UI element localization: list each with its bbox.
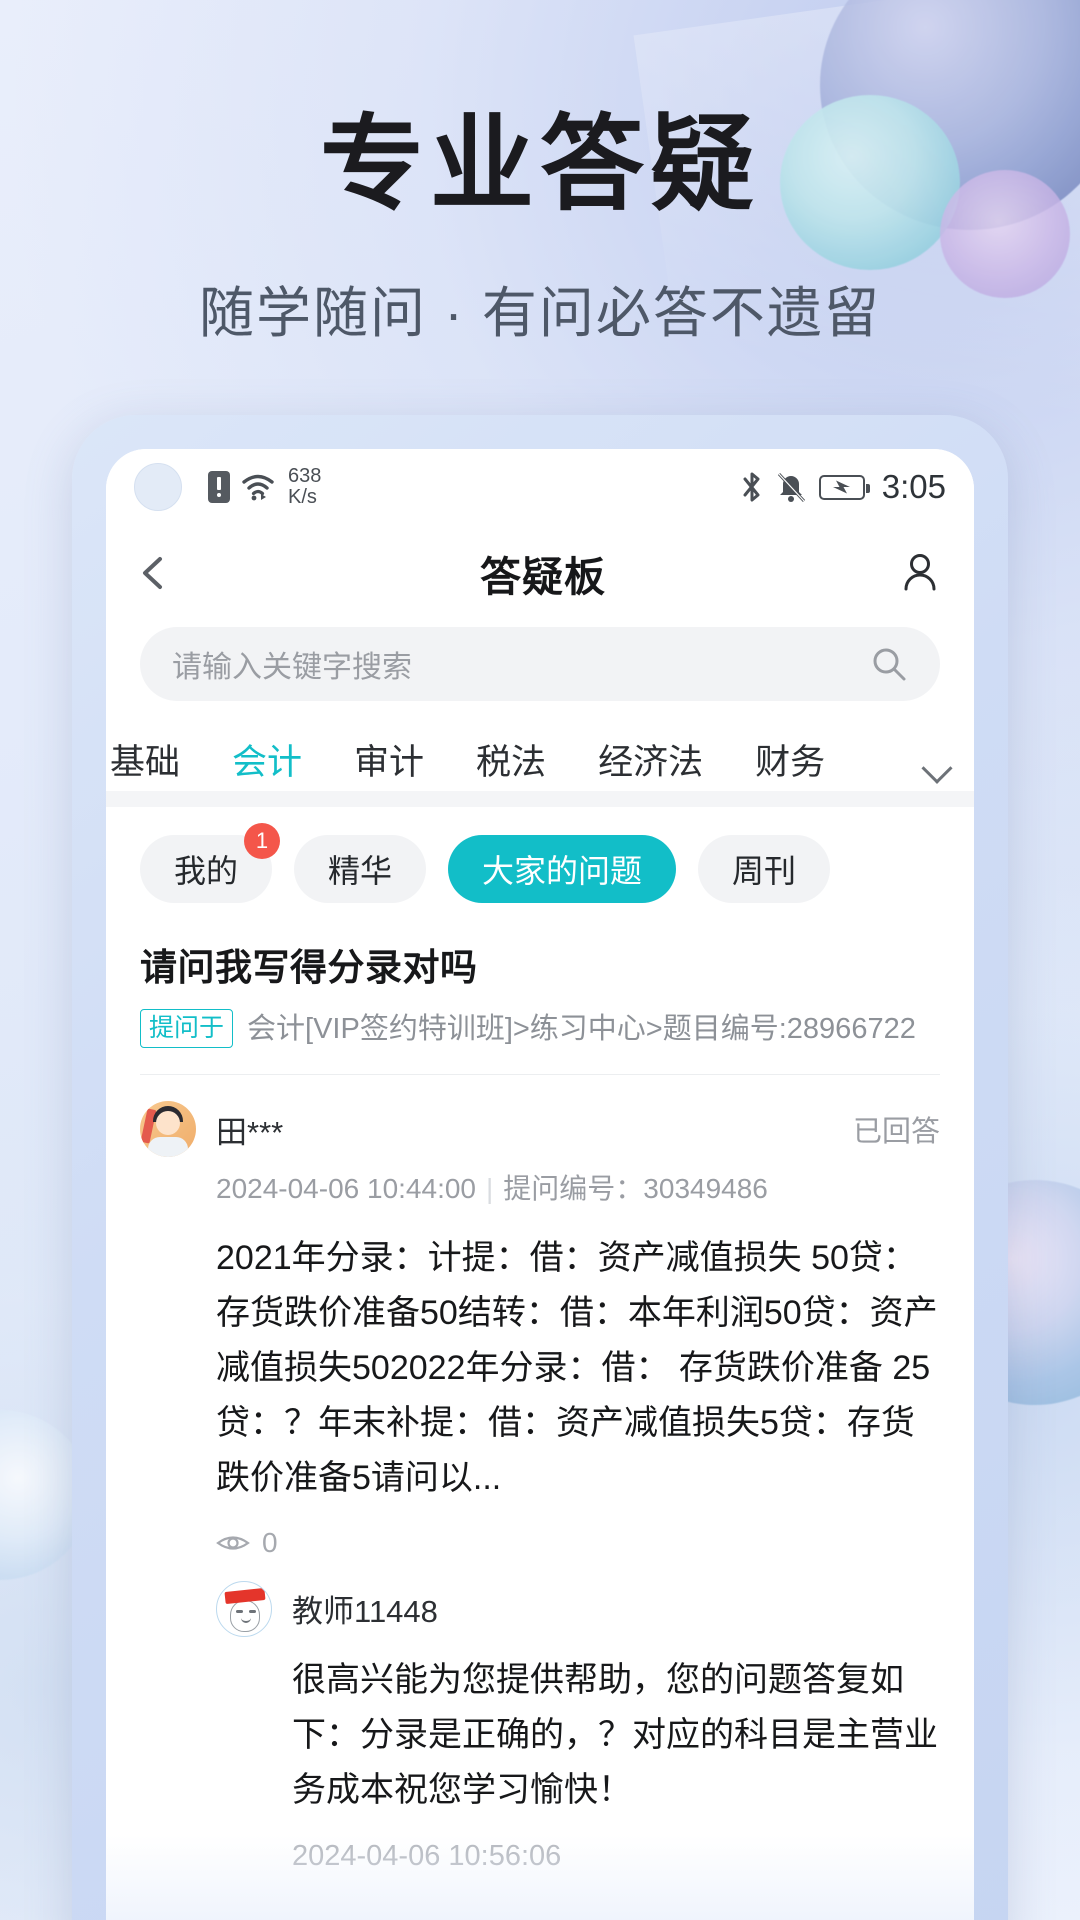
reply-timestamp: 2024-04-06 10:56:06: [292, 1839, 562, 1872]
search-placeholder: 请输入关键字搜索: [172, 651, 412, 684]
teacher-eye-right: [249, 1609, 256, 1613]
graduation-cap-icon: [224, 1587, 266, 1604]
teacher-reply: 教师11448 很高兴能为您提供帮助，您的问题答复如下：分录是正确的，？对应的科…: [216, 1580, 940, 1873]
question-card[interactable]: 请问我写得分录对吗 提问于 会计[VIP签约特训班]>练习中心>题目编号:289…: [106, 903, 974, 1076]
search-section: 请输入关键字搜索: [106, 621, 974, 701]
question-body: 2021年分录：计提：借：资产减值损失 50贷：存货跌价准备50结转：借：本年利…: [216, 1239, 938, 1498]
teacher-name: 教师11448: [292, 1594, 438, 1630]
back-arrow-icon[interactable]: [140, 554, 186, 592]
filter-pill-label: 大家的问题: [482, 853, 643, 889]
person-icon[interactable]: [900, 551, 940, 595]
status-bar-right: 3:05: [741, 468, 946, 506]
answer-status: 已回答: [852, 1116, 940, 1149]
status-bar: 638 K/s 3:05: [106, 449, 974, 525]
status-badge: 1: [244, 823, 281, 859]
filter-pill-label: 精华: [328, 853, 393, 889]
avatar-face: [156, 1111, 180, 1136]
category-tab-scroll[interactable]: 基础 会计 审计 税法 经济法 财务: [106, 734, 900, 785]
chevron-down-icon: [921, 752, 953, 784]
post-author: 田***: [216, 1114, 284, 1150]
category-tab-3[interactable]: 税法: [450, 734, 572, 785]
status-bar-left: 638 K/s: [208, 464, 322, 508]
wifi-icon: [242, 474, 274, 501]
promo-headline: 专业答疑: [319, 107, 760, 223]
network-speed-value: 638: [288, 464, 322, 487]
section-divider: [106, 791, 974, 807]
filter-pill-weekly[interactable]: 周刊: [698, 835, 831, 903]
reply-header: 教师11448: [216, 1580, 940, 1637]
category-tab-2[interactable]: 审计: [328, 734, 450, 785]
search-icon[interactable]: [870, 645, 908, 683]
sim-card-alert-icon: [208, 471, 230, 503]
teacher-face: [230, 1599, 260, 1632]
category-tab-bar[interactable]: 基础 会计 审计 税法 经济法 财务: [106, 701, 974, 791]
filter-pill-everyones-questions[interactable]: 大家的问题: [448, 835, 677, 903]
post-meta: 2024-04-06 10:44:00 | 提问编号：30349486: [216, 1167, 940, 1207]
reply-body: 很高兴能为您提供帮助，您的问题答复如下：分录是正确的，？对应的科目是主营业务成本…: [292, 1660, 938, 1809]
teacher-avatar: [216, 1580, 272, 1637]
post-timestamp: 2024-04-06 10:44:00: [216, 1173, 476, 1205]
category-tab-0[interactable]: 基础: [106, 734, 206, 785]
view-count: 0: [216, 1527, 940, 1559]
category-tab-5[interactable]: 财务: [729, 734, 851, 785]
battery-charging-icon: [818, 474, 870, 500]
front-camera-icon: [134, 463, 182, 511]
view-count-value: 0: [262, 1526, 278, 1558]
filter-pill-mine[interactable]: 我的 1: [140, 823, 281, 903]
phone-mockup: 638 K/s 3:05 答疑板 请输入关键字搜索 基础 会计 审计 税法 经济…: [72, 415, 1008, 1920]
promo-page: 专业答疑 随学随问 · 有问必答不遗留 638 K/s 3:05 答疑板 请输入…: [0, 0, 1080, 1920]
meta-separator: |: [486, 1173, 494, 1205]
bluetooth-icon: [743, 472, 760, 502]
question-title: 请问我写得分录对吗: [140, 947, 478, 988]
network-speed-unit: K/s: [288, 486, 317, 508]
search-input[interactable]: 请输入关键字搜索: [140, 627, 940, 701]
filter-pill-essence[interactable]: 精华: [294, 835, 427, 903]
page-title: 答疑板: [480, 554, 606, 600]
ask-id-label: 提问编号：: [503, 1173, 644, 1205]
filter-pill-row[interactable]: 我的 1 精华 大家的问题 周刊: [106, 807, 974, 903]
category-tab-1[interactable]: 会计: [206, 734, 328, 785]
filter-pill-label: 周刊: [732, 853, 797, 889]
avatar: [140, 1101, 196, 1158]
post-header: 田*** 已回答: [140, 1101, 940, 1158]
app-header: 答疑板: [106, 525, 974, 621]
ask-id-value: 30349486: [643, 1173, 768, 1205]
source-path: 会计[VIP签约特训班]>练习中心>题目编号:28966722: [247, 1013, 916, 1045]
category-tab-4[interactable]: 经济法: [572, 734, 729, 785]
filter-pill-label: 我的: [174, 853, 239, 889]
question-post: 田*** 已回答 2024-04-06 10:44:00 | 提问编号：303494…: [106, 1075, 974, 1873]
bell-off-icon: [777, 472, 805, 503]
promo-subheadline: 随学随问 · 有问必答不遗留: [199, 282, 881, 344]
category-expand-button[interactable]: [900, 752, 974, 785]
eye-icon: [216, 1535, 250, 1550]
phone-screen: 638 K/s 3:05 答疑板 请输入关键字搜索 基础 会计 审计 税法 经济…: [106, 449, 974, 1920]
teacher-eye-left: [236, 1609, 243, 1613]
avatar-body: [148, 1137, 188, 1158]
status-bar-clock: 3:05: [881, 468, 946, 505]
network-speed: 638 K/s: [288, 464, 322, 508]
question-source: 提问于 会计[VIP签约特训班]>练习中心>题目编号:28966722: [140, 1009, 940, 1050]
source-tag: 提问于: [140, 1009, 234, 1049]
